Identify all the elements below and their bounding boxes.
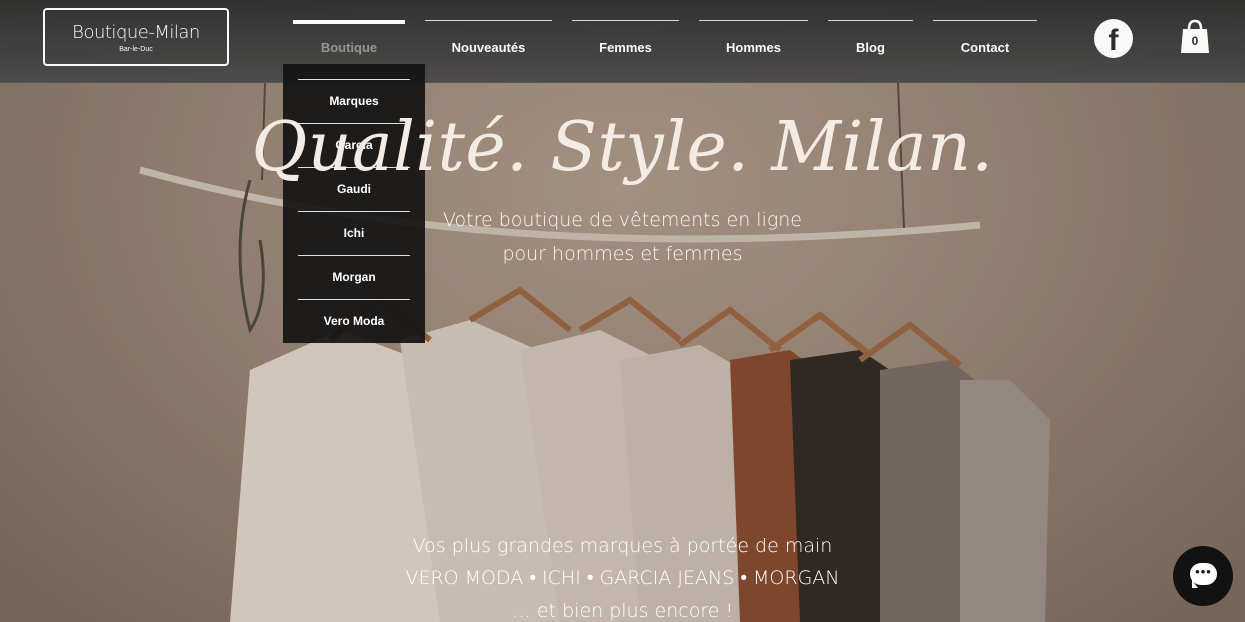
nav-item-blog[interactable]: Blog bbox=[828, 20, 913, 64]
logo-title: Boutique-Milan bbox=[72, 22, 200, 43]
hero-brands-list: VERO MODA • ICHI • GARCIA JEANS • MORGAN bbox=[405, 567, 840, 589]
site-logo[interactable]: Boutique-Milan Bar-le-Duc bbox=[43, 8, 229, 66]
hero-brands-intro: Vos plus grandes marques à portée de mai… bbox=[412, 535, 833, 557]
nav-item-boutique[interactable]: Boutique bbox=[293, 20, 405, 64]
chat-dots: ••• bbox=[1195, 564, 1212, 579]
hero-subtitle-line1: Votre boutique de vêtements en ligne bbox=[443, 209, 802, 231]
nav-item-femmes[interactable]: Femmes bbox=[572, 20, 679, 64]
facebook-icon[interactable]: f bbox=[1094, 19, 1133, 58]
hero-section bbox=[0, 0, 1245, 622]
dropdown-item-vero-moda[interactable]: Vero Moda bbox=[298, 299, 410, 343]
boutique-dropdown-menu: Marques Garcia Gaudi Ichi Morgan Vero Mo… bbox=[283, 64, 425, 343]
site-header: Boutique-Milan Bar-le-Duc Boutique Nouve… bbox=[0, 0, 1245, 83]
logo-subtitle: Bar-le-Duc bbox=[119, 46, 153, 53]
nav-item-hommes[interactable]: Hommes bbox=[699, 20, 808, 64]
hero-subtitle-line2: pour hommes et femmes bbox=[502, 243, 743, 265]
nav-item-nouveautes[interactable]: Nouveautés bbox=[425, 20, 552, 64]
chat-bubble-tail bbox=[1192, 580, 1198, 588]
hero-overlay bbox=[0, 0, 1245, 622]
nav-item-contact[interactable]: Contact bbox=[933, 20, 1037, 64]
hero-headline: Qualité. Style. Milan. bbox=[251, 108, 994, 187]
shopping-bag-icon[interactable]: 0 bbox=[1180, 19, 1210, 55]
cart-count: 0 bbox=[1191, 34, 1199, 48]
chat-button[interactable]: ••• bbox=[1173, 546, 1233, 606]
hero-brands-more: … et bien plus encore ! bbox=[511, 600, 734, 622]
